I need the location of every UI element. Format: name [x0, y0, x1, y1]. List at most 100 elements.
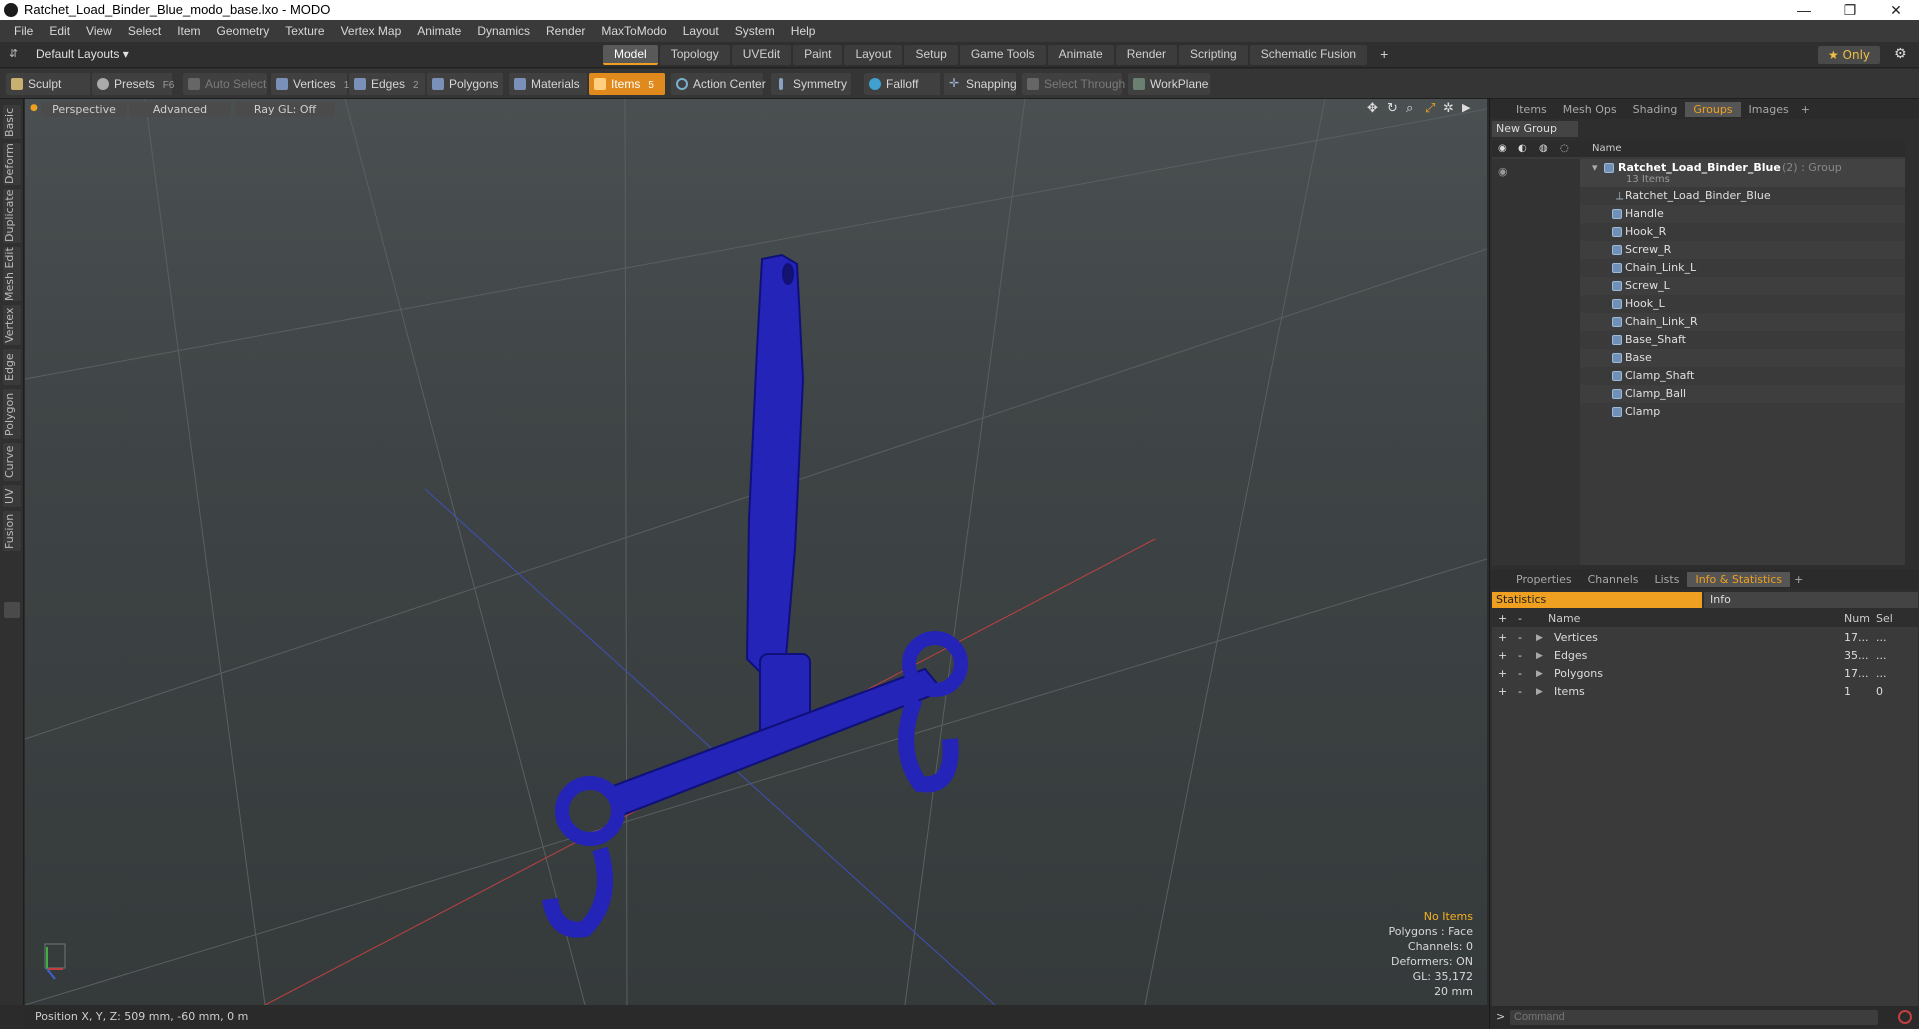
group-row[interactable]: ◉ ▾ Ratchet_Load_Binder_Blue (2) : Group…	[1492, 159, 1905, 187]
lock-column-icon[interactable]: ◐	[1518, 141, 1527, 157]
tab-scripting[interactable]: Scripting	[1179, 45, 1248, 65]
viewport-settings-icon[interactable]: ✲	[1443, 101, 1454, 116]
tab-deform[interactable]: Deform	[3, 143, 21, 185]
add-icon[interactable]: +	[1498, 665, 1507, 683]
select-column-icon[interactable]: ◍	[1539, 141, 1548, 157]
tab-mesh-edit[interactable]: Mesh Edit	[3, 247, 21, 301]
expand-arrow-icon[interactable]: ▶	[1536, 665, 1543, 683]
visibility-column-eye-icon[interactable]: ◉	[1498, 141, 1507, 157]
tab-lists[interactable]: Lists	[1647, 572, 1688, 587]
layout-switch-icon[interactable]: ⇵	[9, 47, 18, 60]
tab-shading[interactable]: Shading	[1625, 102, 1686, 117]
menu-texture[interactable]: Texture	[277, 24, 332, 38]
tree-item[interactable]: Screw_R	[1492, 241, 1905, 259]
tab-channels[interactable]: Channels	[1580, 572, 1647, 587]
new-group-button[interactable]: New Group	[1492, 121, 1578, 137]
tab-fusion[interactable]: Fusion	[3, 511, 21, 551]
tree-item[interactable]: Clamp	[1492, 403, 1905, 421]
snapping-button[interactable]: ✛ Snapping	[944, 73, 1017, 95]
edges-mode-button[interactable]: Edges 2	[349, 73, 425, 95]
select-through-button[interactable]: Select Through	[1022, 73, 1125, 95]
symmetry-button[interactable]: Symmetry	[771, 73, 851, 95]
menu-geometry[interactable]: Geometry	[209, 24, 278, 38]
tab-render[interactable]: Render	[1115, 45, 1178, 65]
shading-dropdown[interactable]: Advanced	[129, 102, 231, 117]
add-icon[interactable]: +	[1498, 683, 1507, 701]
gear-icon[interactable]: ⚙	[1894, 46, 1907, 62]
auto-select-button[interactable]: Auto Select	[183, 73, 267, 95]
tab-model[interactable]: Model	[603, 45, 658, 65]
render-column-icon[interactable]: ◌	[1560, 141, 1569, 157]
layout-dropdown[interactable]: Default Layouts ▾	[36, 47, 129, 61]
menu-dynamics[interactable]: Dynamics	[469, 24, 538, 38]
command-input[interactable]	[1510, 1010, 1878, 1025]
remove-icon[interactable]: -	[1518, 665, 1522, 683]
minimize-button[interactable]: —	[1781, 0, 1827, 20]
expand-arrow-icon[interactable]: ▶	[1536, 647, 1543, 665]
tree-item[interactable]: Handle	[1492, 205, 1905, 223]
tab-schematic-fusion[interactable]: Schematic Fusion	[1249, 45, 1368, 65]
tab-images[interactable]: Images	[1741, 102, 1797, 117]
tab-polygon[interactable]: Polygon	[3, 389, 21, 439]
menu-select[interactable]: Select	[120, 24, 169, 38]
menu-edit[interactable]: Edit	[41, 24, 78, 38]
tree-item[interactable]: Screw_L	[1492, 277, 1905, 295]
collapse-icon[interactable]: ▾	[1592, 159, 1598, 177]
viewport-expand-arrow-icon[interactable]: ▶	[1462, 101, 1470, 114]
stat-row-items[interactable]: + - ▶ Items 1 0	[1492, 683, 1918, 701]
sculpt-button[interactable]: Sculpt	[6, 73, 90, 95]
tab-edge[interactable]: Edge	[3, 349, 21, 385]
falloff-button[interactable]: Falloff	[864, 73, 940, 95]
materials-mode-button[interactable]: Materials	[509, 73, 587, 95]
menu-layout[interactable]: Layout	[675, 24, 727, 38]
add-icon[interactable]: +	[1498, 629, 1507, 647]
vertices-mode-button[interactable]: Vertices 1	[271, 73, 349, 95]
action-center-button[interactable]: Action Center	[671, 73, 766, 95]
panel-toggle-icon[interactable]	[4, 602, 20, 618]
zoom-icon[interactable]: ⌕	[1406, 101, 1413, 116]
perspective-view-dropdown[interactable]: Perspective	[41, 102, 127, 117]
workplane-button[interactable]: WorkPlane	[1128, 73, 1210, 95]
add-panel-tab-button[interactable]: +	[1797, 103, 1814, 116]
statistics-tab[interactable]: Statistics	[1492, 592, 1702, 608]
tab-items[interactable]: Items	[1508, 102, 1555, 117]
menu-system[interactable]: System	[727, 24, 783, 38]
tab-curve[interactable]: Curve	[3, 443, 21, 481]
stat-row-polygons[interactable]: + - ▶ Polygons 17... ...	[1492, 665, 1918, 683]
remove-icon[interactable]: -	[1518, 647, 1522, 665]
collapse-all-icon[interactable]: -	[1518, 611, 1522, 627]
tab-paint[interactable]: Paint	[793, 45, 843, 65]
ratchet-binder-model[interactable]	[542, 253, 968, 938]
rotate-icon[interactable]: ↻	[1387, 101, 1398, 116]
maximize-viewport-icon[interactable]: ⤢	[1425, 101, 1435, 116]
presets-button[interactable]: Presets F6	[92, 73, 174, 95]
pan-icon[interactable]: ✥	[1367, 101, 1378, 116]
tree-item[interactable]: ⟂ Ratchet_Load_Binder_Blue	[1492, 187, 1905, 205]
tree-item[interactable]: Chain_Link_R	[1492, 313, 1905, 331]
tree-item[interactable]: Clamp_Ball	[1492, 385, 1905, 403]
tree-item[interactable]: Base_Shaft	[1492, 331, 1905, 349]
group-visibility-eye-icon[interactable]: ◉	[1498, 163, 1508, 181]
tab-info-statistics[interactable]: Info & Statistics	[1687, 571, 1791, 587]
items-mode-button[interactable]: Items 5	[589, 73, 665, 95]
tab-layout[interactable]: Layout	[844, 45, 903, 65]
tree-item[interactable]: Hook_R	[1492, 223, 1905, 241]
tab-groups[interactable]: Groups	[1685, 101, 1741, 117]
menu-maxtomodo[interactable]: MaxToModo	[593, 24, 674, 38]
expand-arrow-icon[interactable]: ▶	[1536, 629, 1543, 647]
tab-vertex[interactable]: Vertex	[3, 305, 21, 345]
menu-item[interactable]: Item	[169, 24, 208, 38]
stat-row-edges[interactable]: + - ▶ Edges 35... ...	[1492, 647, 1918, 665]
3d-viewport[interactable]: ● Perspective Advanced Ray GL: Off ✥ ↻ ⌕…	[25, 99, 1487, 1005]
tab-mesh-ops[interactable]: Mesh Ops	[1555, 102, 1625, 117]
only-toggle[interactable]: ★ Only	[1818, 46, 1880, 64]
tab-uv[interactable]: UV	[3, 485, 21, 507]
add-icon[interactable]: +	[1498, 647, 1507, 665]
tree-item[interactable]: Base	[1492, 349, 1905, 367]
menu-render[interactable]: Render	[538, 24, 593, 38]
polygons-mode-button[interactable]: Polygons	[427, 73, 503, 95]
stat-row-vertices[interactable]: + - ▶ Vertices 17... ...	[1492, 629, 1918, 647]
menu-view[interactable]: View	[78, 24, 120, 38]
tree-item[interactable]: Chain_Link_L	[1492, 259, 1905, 277]
tree-item[interactable]: Clamp_Shaft	[1492, 367, 1905, 385]
